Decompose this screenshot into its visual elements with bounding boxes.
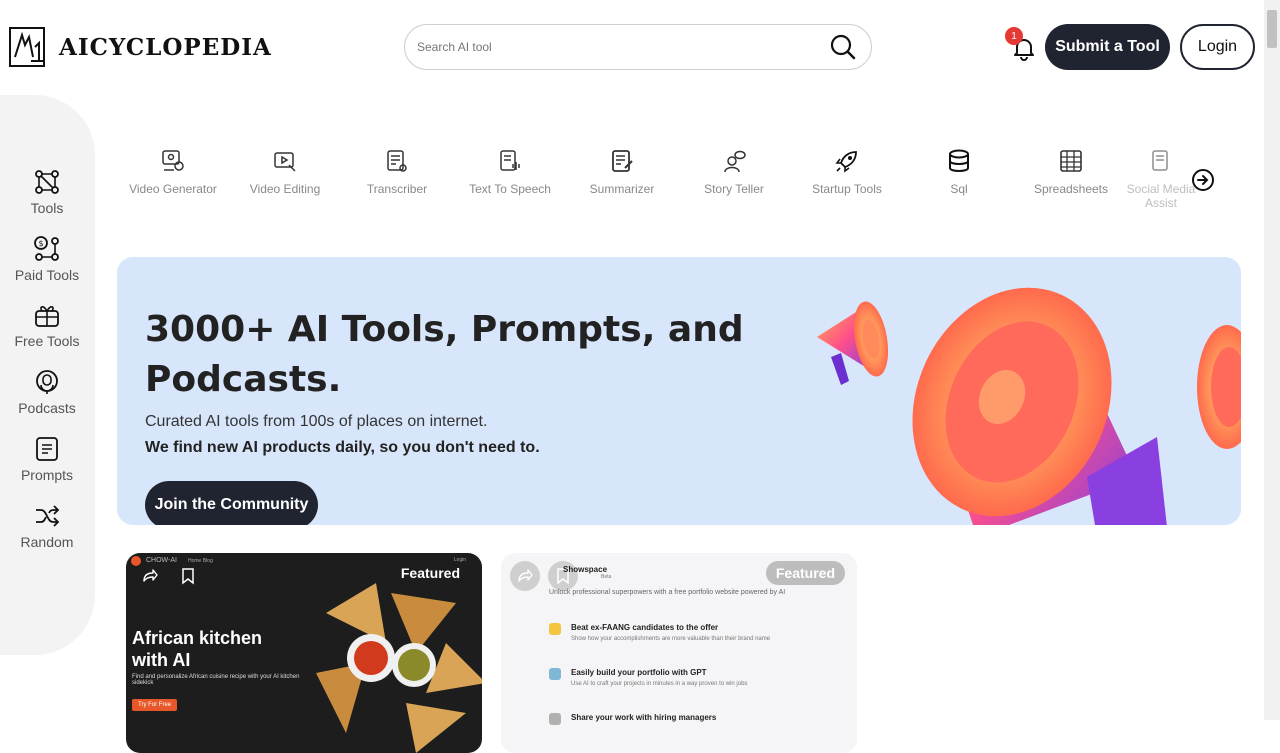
category-label: Summarizer (589, 182, 655, 196)
sidebar-item-label: Prompts (20, 467, 74, 483)
summarizer-icon (612, 150, 633, 172)
text-to-speech-icon (500, 150, 520, 171)
nodes-icon (35, 170, 59, 194)
rocket-icon (835, 151, 857, 173)
sidebar-item-label: Paid Tools (14, 267, 80, 283)
sidebar-item-free-tools[interactable]: Free Tools (0, 301, 94, 349)
podcast-icon (36, 370, 58, 394)
hero-subtitle: Curated AI tools from 100s of places on … (145, 413, 488, 430)
feature-title: Share your work with hiring managers (571, 713, 717, 722)
share-icon (518, 569, 533, 582)
shuffle-icon (36, 505, 60, 527)
card-description: Find and personalize African cuisine rec… (132, 674, 300, 686)
category-story-teller[interactable]: Story Teller (678, 148, 790, 196)
hero-title: 3000+ AI Tools, Prompts, and Podcasts. (145, 309, 744, 400)
category-label: Sql (950, 182, 968, 196)
feature-title: Easily build your portfolio with GPT (571, 668, 707, 677)
logo[interactable]: AICYCLOPEDIA (9, 27, 272, 67)
category-label: Video Generator (129, 182, 217, 196)
feature-desc: Use AI to craft your projects in minutes… (571, 681, 748, 687)
category-transcriber[interactable]: Transcriber (341, 148, 453, 196)
share-icon (143, 569, 158, 582)
sidebar-item-tools[interactable]: Tools (0, 168, 94, 216)
story-teller-icon (724, 150, 746, 173)
sidebar-item-prompts[interactable]: Prompts (0, 435, 94, 483)
megaphone-illustration (817, 287, 1241, 525)
vertical-scrollbar[interactable] (1264, 0, 1280, 720)
category-label: Video Editing (249, 182, 321, 196)
dollar-nodes-icon: $ (34, 236, 59, 261)
social-icon (1152, 150, 1168, 171)
sidebar-item-label: Tools (30, 200, 64, 216)
search-icon[interactable] (829, 33, 857, 61)
database-icon (949, 149, 969, 172)
sidebar-item-label: Random (20, 534, 74, 550)
card-beta: Beta (601, 574, 612, 580)
category-label: Text To Speech (469, 182, 551, 196)
tool-card-chow-ai[interactable]: CHOW-AI Home Blog Login Featured African… (126, 553, 482, 753)
scrollbar-thumb[interactable] (1267, 10, 1277, 48)
video-editing-icon (274, 152, 296, 172)
logo-text: AICYCLOPEDIA (59, 33, 272, 61)
card-illustration (316, 583, 482, 753)
document-icon (36, 437, 58, 461)
table-icon (1060, 150, 1082, 172)
sidebar-item-paid-tools[interactable]: $ Paid Tools (0, 235, 94, 283)
svg-text:$: $ (38, 239, 43, 248)
category-label: Story Teller (704, 182, 764, 196)
share-button[interactable] (135, 561, 165, 591)
robot-icon (549, 668, 561, 680)
card-tagline: Unlock professional superpowers with a f… (549, 589, 786, 596)
category-text-to-speech[interactable]: Text To Speech (454, 148, 566, 196)
tool-card-showspace[interactable]: Showspace Beta Featured Unlock professio… (501, 553, 857, 753)
arrow-right-circle-icon[interactable] (1191, 168, 1215, 192)
login-button[interactable]: Login (1180, 24, 1255, 70)
submit-tool-button[interactable]: Submit a Tool (1045, 24, 1170, 70)
category-label: Spreadsheets (1033, 182, 1109, 196)
sidebar-item-label: Free Tools (14, 333, 80, 349)
search-bar[interactable] (404, 24, 872, 70)
card-feature: Beat ex-FAANG candidates to the offer Sh… (549, 623, 770, 642)
sidebar-item-podcasts[interactable]: Podcasts (0, 368, 94, 416)
category-video-editing[interactable]: Video Editing (229, 148, 341, 196)
share-button[interactable] (510, 561, 540, 591)
category-video-generator[interactable]: Video Generator (117, 148, 229, 196)
muscle-icon (549, 623, 561, 635)
notification-badge: 1 (1005, 27, 1023, 45)
search-input[interactable] (417, 40, 829, 54)
sidebar-item-label: Podcasts (18, 400, 76, 416)
bookmark-button[interactable] (173, 561, 203, 591)
transcriber-icon (387, 150, 407, 172)
category-sql[interactable]: Sql (903, 148, 1015, 196)
card-title: African kitchen with AI (132, 628, 263, 670)
card-feature: Share your work with hiring managers (549, 713, 716, 725)
card-cta: Try For Free (132, 699, 178, 711)
feature-title: Beat ex-FAANG candidates to the offer (571, 623, 719, 632)
category-spreadsheets[interactable]: Spreadsheets (1015, 148, 1127, 196)
sidebar-item-random[interactable]: Random (0, 502, 94, 550)
hero-banner: 3000+ AI Tools, Prompts, and Podcasts. C… (117, 257, 1241, 525)
category-social-media-assist[interactable]: Social Media Assist (1126, 148, 1196, 210)
card-feature: Easily build your portfolio with GPT Use… (549, 668, 747, 687)
video-generator-icon (162, 150, 184, 171)
category-label: Social Media Assist (1126, 182, 1196, 210)
hero-subtitle-bold: We find new AI products daily, so you do… (145, 439, 540, 456)
logo-mark-icon (9, 27, 45, 67)
join-community-button[interactable]: Join the Community (145, 481, 318, 525)
share-work-icon (549, 713, 561, 725)
category-label: Transcriber (366, 182, 428, 196)
card-brand: Showspace (563, 565, 608, 574)
category-label: Startup Tools (812, 182, 882, 196)
featured-badge: Featured (765, 561, 845, 585)
category-summarizer[interactable]: Summarizer (566, 148, 678, 196)
header: AICYCLOPEDIA 1 Submit a Tool Login (0, 0, 1264, 95)
feature-desc: Show how your accomplishments are more v… (571, 636, 771, 642)
bookmark-icon (182, 568, 194, 585)
category-startup-tools[interactable]: Startup Tools (791, 148, 903, 196)
featured-badge: Featured (400, 565, 460, 581)
gift-icon (35, 306, 59, 327)
